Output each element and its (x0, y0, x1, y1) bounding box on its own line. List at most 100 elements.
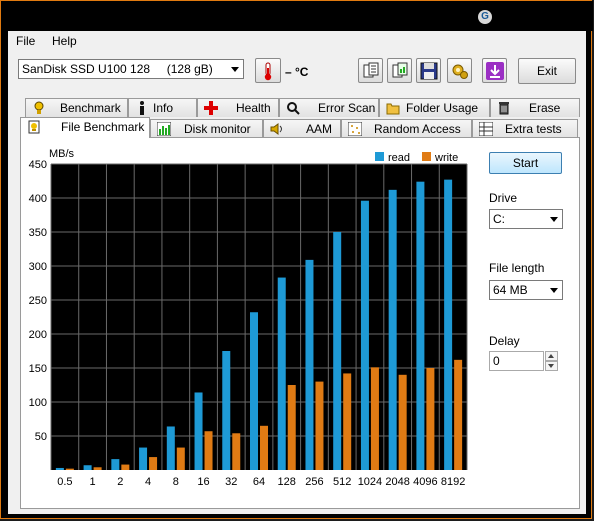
stepper-up-icon[interactable] (545, 351, 558, 361)
drive-label: Drive (489, 191, 518, 205)
x-tick-label: 1024 (358, 476, 382, 488)
benchmark-chart: MB/s read write 50 100 150 200 250 300 350 400 4… (29, 148, 468, 488)
bar-read (416, 181, 425, 470)
chart-x-ticks: 0.5 1 2 4 8 16 32 64 128 256 512 1024 2048 4096 8192 (57, 476, 465, 488)
chart-y-ticks: 50 100 150 200 250 300 350 400 450 (29, 159, 47, 443)
drive-letter-value: C: (493, 212, 505, 226)
menu-file[interactable]: File (16, 34, 35, 48)
tab-random-access[interactable]: Random Access (341, 119, 472, 138)
start-button[interactable]: Start (489, 152, 562, 174)
bar-write (343, 373, 352, 470)
x-tick-label: 32 (225, 476, 237, 488)
extra-tests-icon (479, 122, 493, 136)
tab-disk-monitor-label: Disk monitor (184, 122, 251, 136)
bar-read (444, 179, 453, 470)
tab-info[interactable]: Info (128, 98, 197, 117)
drive-letter-select[interactable]: C: (489, 209, 563, 229)
stepper-down-icon[interactable] (545, 361, 558, 371)
copy-text-button[interactable] (358, 58, 383, 83)
hdtune-logo-icon: G (478, 10, 492, 24)
temperature-readout: – °C (285, 65, 309, 79)
copy-text-icon (363, 62, 379, 78)
thermometer-icon (264, 62, 272, 81)
y-tick-label: 50 (35, 431, 47, 443)
folder-icon (386, 103, 400, 115)
temperature-button[interactable] (255, 58, 281, 83)
bar-write (454, 359, 463, 470)
bar-write (65, 468, 74, 470)
tab-health[interactable]: Health (197, 98, 279, 117)
random-access-icon (348, 122, 362, 136)
bar-write (93, 467, 102, 470)
bar-read (83, 465, 92, 470)
x-tick-label: 64 (253, 476, 265, 488)
tab-aam[interactable]: AAM (263, 119, 341, 138)
chevron-down-icon (231, 67, 239, 72)
x-tick-label: 8 (173, 476, 179, 488)
tab-health-label: Health (236, 101, 271, 115)
x-tick-label: 0.5 (57, 476, 72, 488)
chevron-down-icon (550, 288, 558, 293)
y-tick-label: 450 (29, 159, 47, 171)
options-button[interactable] (447, 58, 472, 83)
x-tick-label: 512 (333, 476, 351, 488)
bar-read (360, 200, 369, 470)
delay-label: Delay (489, 334, 520, 348)
x-tick-label: 4096 (413, 476, 437, 488)
legend-write-label: write (434, 152, 458, 164)
x-tick-label: 256 (305, 476, 323, 488)
download-button[interactable] (482, 58, 507, 83)
tab-file-benchmark-label: File Benchmark (61, 120, 145, 134)
bar-write (176, 447, 185, 470)
disk-monitor-icon (157, 122, 171, 136)
y-tick-label: 350 (29, 227, 47, 239)
tab-error-scan[interactable]: Error Scan (279, 98, 379, 117)
y-tick-label: 200 (29, 329, 47, 341)
tab-random-access-label: Random Access (374, 122, 461, 136)
tab-erase-label: Erase (529, 101, 561, 115)
x-tick-label: 16 (197, 476, 209, 488)
y-tick-label: 100 (29, 397, 47, 409)
tab-folder-usage[interactable]: Folder Usage (379, 98, 490, 117)
tab-extra-tests[interactable]: Extra tests (472, 119, 578, 138)
menu-help[interactable]: Help (52, 34, 77, 48)
trash-icon (499, 102, 509, 115)
delay-input[interactable]: 0 (489, 351, 544, 371)
tab-erase[interactable]: Erase (490, 98, 580, 117)
bar-read (111, 459, 120, 470)
app-window: G File Help SanDisk SSD U100 128 (128 gB… (0, 0, 593, 519)
bar-read (55, 467, 64, 470)
drive-select[interactable]: SanDisk SSD U100 128 (128 gB) (18, 59, 244, 79)
chart-ylabel: MB/s (49, 148, 75, 160)
bar-read (277, 277, 286, 470)
tab-extra-tests-label: Extra tests (505, 122, 562, 136)
tab-file-benchmark[interactable]: File Benchmark (20, 117, 150, 138)
file-length-select[interactable]: 64 MB (489, 280, 563, 300)
legend-read-swatch (375, 152, 384, 161)
save-button[interactable] (416, 58, 441, 83)
x-tick-label: 2 (117, 476, 123, 488)
x-tick-label: 8192 (441, 476, 465, 488)
bar-read (222, 351, 231, 470)
x-tick-label: 2048 (385, 476, 409, 488)
error-scan-icon (287, 102, 300, 115)
exit-button[interactable]: Exit (518, 58, 576, 84)
tab-benchmark[interactable]: Benchmark (25, 98, 128, 117)
tab-disk-monitor[interactable]: Disk monitor (150, 119, 263, 138)
tab-error-scan-label: Error Scan (318, 101, 376, 115)
benchmark-icon (34, 101, 44, 114)
copy-image-button[interactable] (387, 58, 412, 83)
bar-write (315, 381, 324, 470)
legend-write-swatch (422, 152, 431, 161)
bar-write (287, 385, 296, 470)
x-tick-label: 4 (145, 476, 151, 488)
delay-stepper[interactable]: 0 (489, 351, 559, 371)
file-length-label: File length (489, 261, 545, 275)
bar-write (204, 431, 213, 470)
x-tick-label: 128 (278, 476, 296, 488)
bar-read (194, 392, 203, 470)
options-icon (452, 64, 468, 79)
bar-read (166, 426, 175, 470)
health-icon (204, 101, 218, 115)
bar-read (388, 189, 397, 470)
